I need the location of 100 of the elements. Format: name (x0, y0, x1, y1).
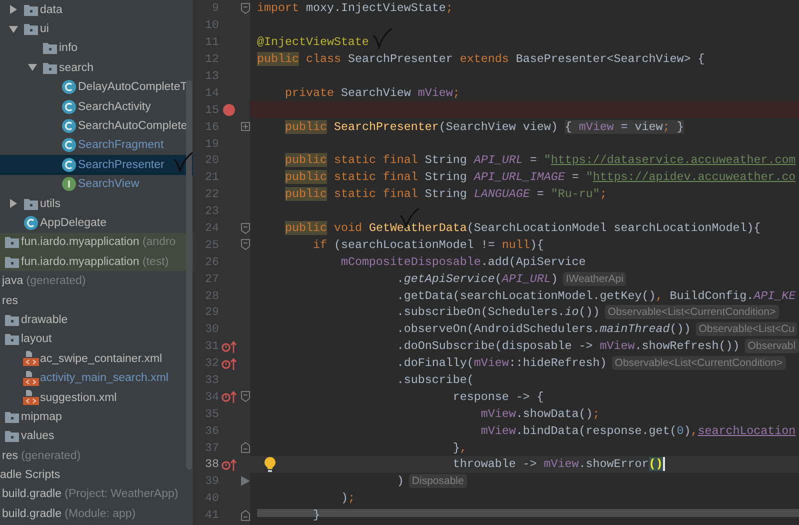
tree-row[interactable]: DelayAutoCompleteT (0, 78, 193, 97)
tree-row[interactable]: drawable (0, 310, 193, 330)
inlay-hint: Observable<List<Cu (696, 322, 798, 336)
tree-row[interactable]: fun.iardo.myapplication (andro (0, 232, 193, 252)
tree-row[interactable]: SearchView (0, 174, 193, 194)
code-line: .getData(searchLocationModel.getKey(), BuildConfig.API_KE (396, 288, 796, 303)
tree-label: mipmap (21, 410, 62, 423)
code-line: ) (396, 474, 404, 488)
tree-row[interactable]: ac_swipe_container.xml (0, 349, 193, 368)
code-line: ); (340, 491, 355, 506)
folder-icon (5, 256, 19, 268)
folded-code[interactable]: { mView = view; } (564, 120, 684, 134)
class-icon (62, 80, 76, 94)
code-line: mView.showData(); (480, 406, 600, 421)
tree-label: AppDelegate (40, 216, 106, 229)
tree-label: java (generated) (2, 275, 86, 288)
tree-label: adle Scripts (0, 469, 60, 482)
folder-icon (24, 23, 38, 36)
tree-row[interactable]: ui (0, 19, 193, 39)
code-line: public static final String API_URL_IMAGE = "https://apidev.accuweather.co (284, 170, 796, 184)
tree-row[interactable]: SearchFragment (0, 136, 193, 156)
tree-row[interactable]: info (0, 38, 193, 58)
tree-label: suggestion.xml (40, 392, 117, 404)
tree-label: build.gradle (Project: WeatherApp) (2, 488, 178, 500)
tree-label: fun.iardo.myapplication (andro (21, 236, 176, 248)
folder-icon (5, 314, 19, 326)
class-icon (62, 158, 76, 172)
folder-icon (24, 198, 38, 210)
tree-label: search (59, 62, 94, 74)
class-icon (62, 100, 76, 114)
tree-row[interactable]: res (0, 290, 193, 310)
tree-row[interactable]: values (0, 426, 193, 446)
code-line: .subscribe( (396, 373, 474, 388)
class-icon (62, 119, 76, 134)
class-icon (62, 138, 76, 152)
inlay-hint: Observable<List<CurrentCondition> (612, 356, 786, 370)
line-number: 38 (204, 457, 219, 472)
code-line: response -> { (452, 390, 544, 404)
tree-label: ac_swipe_container.xml (40, 352, 162, 365)
tree-row[interactable]: AppDelegate (0, 213, 193, 233)
tree-row[interactable]: java (generated) (0, 271, 193, 291)
tree-label: utils (40, 198, 60, 210)
code-line: public static final String LANGUAGE = "Ru-ru"; (284, 187, 607, 202)
tree-label: SearchActivity (78, 100, 151, 113)
tree-label: SearchView (78, 178, 140, 190)
code-line: .doOnSubscribe(disposable -> mView.showRefresh()) (396, 339, 740, 354)
inlay-hint: Observable<List<CurrentCondition> (604, 305, 779, 320)
code-line: import moxy.InjectViewState; (257, 1, 453, 16)
tree-row[interactable]: SearchActivity (0, 96, 193, 116)
inlay-hint: Disposable (408, 474, 467, 488)
tree-row[interactable]: adle Scripts (0, 465, 193, 485)
folder-icon (5, 410, 19, 423)
tree-row[interactable]: build.gradle (Module: app) (0, 504, 193, 524)
inlay-hint: Observabl (744, 339, 799, 354)
tree-row[interactable]: res (generated) (0, 446, 193, 466)
tree-label: SearchFragment (78, 139, 164, 152)
tree-row[interactable]: search (0, 58, 193, 78)
code-line: .subscribeOn(Schedulers.io()) (396, 305, 600, 320)
scrollbar-thumb[interactable] (186, 80, 192, 470)
tree-label: ui (40, 23, 49, 36)
folder-icon (5, 236, 19, 248)
tree-label: build.gradle (Module: app) (2, 508, 136, 520)
code-line: public static final String API_URL = "https://dataservice.accuweather.com (284, 153, 796, 168)
tree-label: SearchPresenter (78, 158, 164, 171)
tree-label: fun.iardo.myapplication (test) (21, 256, 169, 268)
layout-file-icon (23, 390, 39, 405)
code-line: public class SearchPresenter extends BasePresenter<SearchView> { (257, 52, 705, 66)
layout-file-icon (23, 351, 39, 366)
class-icon (24, 216, 38, 230)
tree-row[interactable]: suggestion.xml (0, 388, 193, 408)
code-line: } (312, 508, 320, 522)
tree-label: res (generated) (2, 450, 81, 462)
code-line: mView.bindData(response.get(0),searchLocation (480, 424, 796, 438)
tree-row[interactable]: mipmap (0, 407, 193, 427)
code-line: .getApiService(API_URL) (396, 272, 558, 286)
tree-row[interactable]: activity_main_search.xml (0, 368, 193, 388)
tree-row[interactable]: SearchPresenter (0, 155, 193, 175)
tree-label: layout (21, 333, 52, 346)
tree-label: data (40, 4, 62, 16)
folder-icon (5, 333, 19, 346)
tree-row[interactable]: utils (0, 194, 193, 214)
tree-row[interactable]: layout (0, 330, 193, 350)
folder-icon (24, 4, 38, 16)
tree-row[interactable]: build.gradle (Project: WeatherApp) (0, 484, 193, 504)
folder-icon (43, 62, 57, 74)
tree-row[interactable]: data (0, 0, 193, 20)
folder-icon (43, 42, 57, 54)
tree-label: info (59, 42, 78, 54)
tree-label: SearchAutoComplete (78, 120, 188, 132)
tree-label: values (21, 430, 54, 442)
tree-label: res (2, 294, 18, 307)
tree-label: DelayAutoCompleteT (78, 81, 188, 94)
code-line: private SearchView mView; (284, 86, 460, 100)
code-line: public void GetWeatherData(SearchLocationModel searchLocationModel){ (284, 221, 761, 236)
tree-label: activity_main_search.xml (40, 372, 168, 384)
tree-row[interactable]: SearchAutoComplete (0, 116, 193, 136)
code-line: throwable -> mView.showError() (452, 457, 663, 472)
tree-row[interactable]: fun.iardo.myapplication (test) (0, 252, 193, 272)
code-line: @InjectViewState (257, 35, 369, 50)
layout-file-icon (23, 370, 39, 386)
